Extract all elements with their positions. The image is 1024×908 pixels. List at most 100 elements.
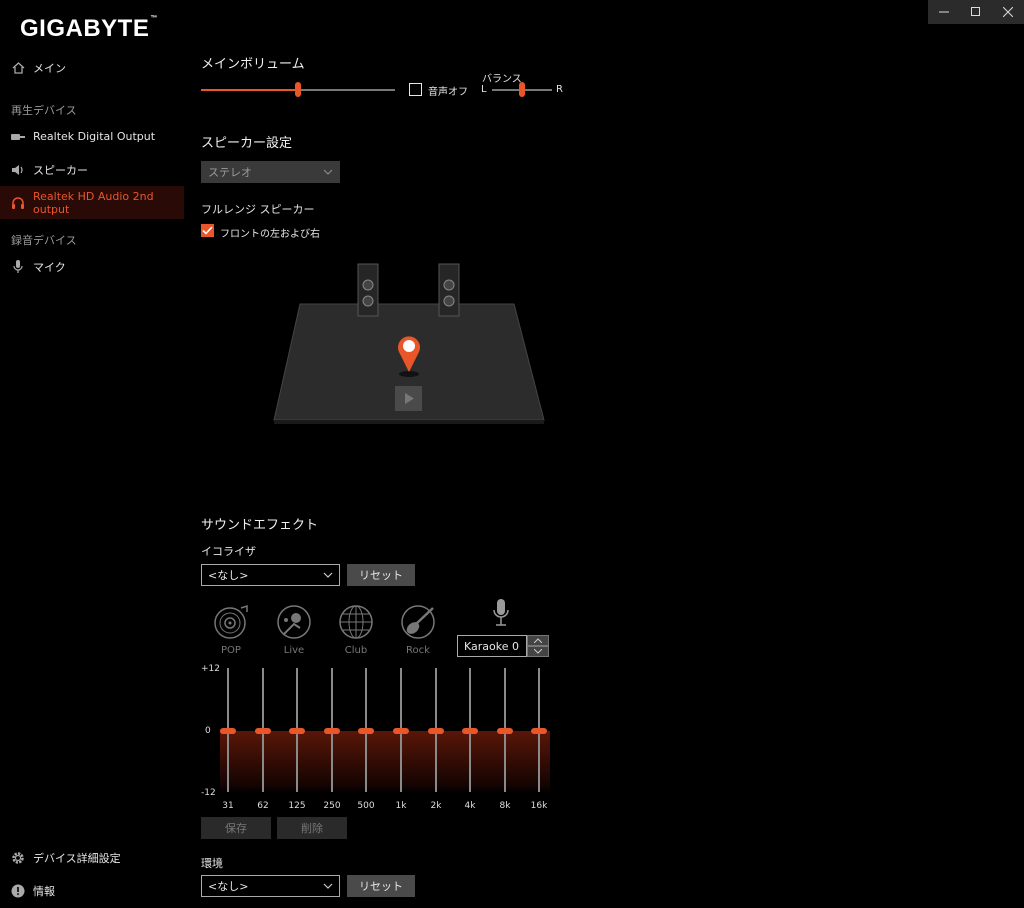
preset-label: Rock xyxy=(406,645,430,656)
preset-club-button[interactable]: Club xyxy=(336,604,376,656)
balance-slider-thumb[interactable] xyxy=(519,82,525,97)
window-controls xyxy=(928,0,1024,24)
eq-band-thumb-8k[interactable] xyxy=(497,728,513,734)
gigabyte-logo: GIGABYTE™ xyxy=(20,15,158,42)
singer-icon xyxy=(277,605,311,639)
gear-icon xyxy=(11,851,25,865)
eq-save-button[interactable]: 保存 xyxy=(201,817,271,839)
environment-value: <なし> xyxy=(208,880,249,893)
disco-ball-icon xyxy=(339,605,373,639)
mute-label: 音声オフ xyxy=(428,87,468,98)
chevron-up-icon xyxy=(534,638,542,643)
balance-slider[interactable] xyxy=(492,82,552,97)
eq-band-thumb-250[interactable] xyxy=(324,728,340,734)
sidebar-item-info[interactable]: 情報 xyxy=(0,874,184,907)
karaoke-increase-button[interactable] xyxy=(527,635,549,646)
speaker-stage-illustration xyxy=(273,263,545,424)
close-icon xyxy=(1003,7,1013,17)
equalizer-reset-button[interactable]: リセット xyxy=(347,564,415,586)
eq-band-frequency-label: 1k xyxy=(395,801,407,811)
karaoke-level-value: Karaoke 0 xyxy=(464,639,519,653)
eq-band-frequency-label: 16k xyxy=(530,801,548,811)
eq-band-frequency-label: 4k xyxy=(464,801,476,811)
balance-left-label: L xyxy=(481,84,487,95)
main-volume-slider-fill xyxy=(201,89,298,91)
front-lr-checkbox[interactable] xyxy=(201,224,214,237)
karaoke-level-field[interactable]: Karaoke 0 xyxy=(457,635,527,657)
chevron-down-icon xyxy=(323,169,333,175)
environment-reset-button[interactable]: リセット xyxy=(347,875,415,897)
eq-band-thumb-500[interactable] xyxy=(358,728,374,734)
eq-band-thumb-4k[interactable] xyxy=(462,728,478,734)
eq-band-frequency-label: 8k xyxy=(499,801,511,811)
eq-band-frequency-label: 62 xyxy=(257,801,269,811)
sidebar-item-speaker[interactable]: スピーカー xyxy=(0,153,184,186)
sidebar-item-label: メイン xyxy=(33,61,66,75)
eq-band-thumb-125[interactable] xyxy=(289,728,305,734)
sidebar-item-microphone[interactable]: マイク xyxy=(0,250,184,283)
sidebar-item-label: マイク xyxy=(33,260,66,274)
sidebar-item-digital-output[interactable]: Realtek Digital Output xyxy=(0,120,184,153)
main-volume-title: メインボリューム xyxy=(201,57,305,72)
sound-effect-title: サウンドエフェクト xyxy=(201,518,319,533)
sidebar-item-main[interactable]: メイン xyxy=(0,51,184,84)
equalizer-label: イコライザ xyxy=(201,545,256,558)
preset-live-button[interactable]: Live xyxy=(274,604,314,656)
sidebar-item-label: デバイス詳細設定 xyxy=(33,851,121,865)
speaker-icon xyxy=(11,163,25,177)
guitar-icon xyxy=(401,605,435,639)
eq-fill-glow xyxy=(220,731,550,792)
preset-rock-button[interactable]: Rock xyxy=(398,604,438,656)
eq-band-frequency-label: 500 xyxy=(357,801,375,811)
environment-label: 環境 xyxy=(201,857,223,870)
chevron-down-icon xyxy=(534,649,542,654)
balance-right-label: R xyxy=(556,84,563,95)
info-icon xyxy=(11,884,25,898)
home-icon xyxy=(11,61,25,75)
eq-band-frequency-label: 125 xyxy=(288,801,306,811)
preset-label: Live xyxy=(283,645,305,656)
equalizer-preset-value: <なし> xyxy=(208,569,249,582)
eq-delete-button[interactable]: 削除 xyxy=(277,817,347,839)
sidebar: GIGABYTE™ メイン 再生デバイス Realtek Digital Out… xyxy=(0,0,184,908)
eq-band-frequency-label: 2k xyxy=(430,801,442,811)
environment-dropdown[interactable]: <なし> xyxy=(201,875,340,897)
equalizer-preset-dropdown[interactable]: <なし> xyxy=(201,564,340,586)
mute-checkbox[interactable] xyxy=(409,83,422,96)
test-play-button[interactable] xyxy=(395,386,422,411)
karaoke-decrease-button[interactable] xyxy=(527,646,549,657)
microphone-icon xyxy=(493,599,509,626)
balance-label: バランス xyxy=(482,74,522,85)
chevron-down-icon xyxy=(323,572,333,578)
close-button[interactable] xyxy=(992,0,1024,24)
playback-section-label: 再生デバイス xyxy=(11,104,77,117)
front-lr-label: フロントの左および右 xyxy=(220,229,320,240)
fullrange-speaker-title: フルレンジ スピーカー xyxy=(201,203,315,216)
minimize-icon xyxy=(939,11,949,13)
sidebar-item-hd-audio-2nd-output[interactable]: Realtek HD Audio 2nd output xyxy=(0,186,184,219)
eq-band-frequency-label: 31 xyxy=(222,801,234,811)
front-right-speaker-icon[interactable] xyxy=(438,263,460,317)
checkmark-icon xyxy=(202,226,213,235)
sidebar-item-label: スピーカー xyxy=(33,163,88,177)
eq-band-thumb-16k[interactable] xyxy=(531,728,547,734)
minimize-button[interactable] xyxy=(928,0,960,24)
eq-band-thumb-62[interactable] xyxy=(255,728,271,734)
sidebar-item-advanced-settings[interactable]: デバイス詳細設定 xyxy=(0,841,184,874)
eq-band-thumb-2k[interactable] xyxy=(428,728,444,734)
speaker-config-dropdown[interactable]: ステレオ xyxy=(201,161,340,183)
eq-scale-mid-label: 0 xyxy=(205,726,211,736)
eq-scale-min-label: -12 xyxy=(201,788,216,798)
eq-band-thumb-1k[interactable] xyxy=(393,728,409,734)
headphones-icon xyxy=(11,196,25,210)
preset-pop-button[interactable]: POP xyxy=(211,604,251,656)
eq-band-thumb-31[interactable] xyxy=(220,728,236,734)
main-volume-slider[interactable] xyxy=(201,82,395,97)
digital-output-icon xyxy=(11,130,25,144)
speaker-config-value: ステレオ xyxy=(208,166,252,179)
preset-label: Club xyxy=(344,645,368,656)
front-left-speaker-icon[interactable] xyxy=(357,263,379,317)
main-volume-slider-thumb[interactable] xyxy=(295,82,301,97)
maximize-button[interactable] xyxy=(960,0,992,24)
sidebar-item-label: 情報 xyxy=(33,884,55,898)
